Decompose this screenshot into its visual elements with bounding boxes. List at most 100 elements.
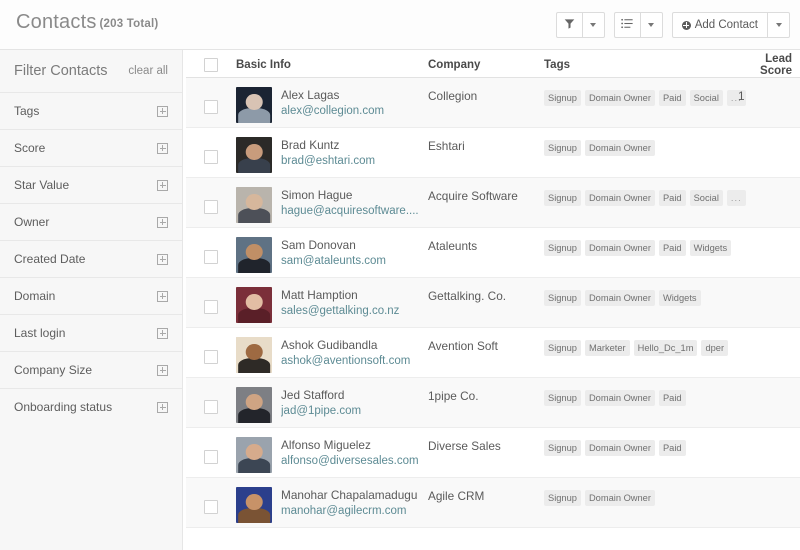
- row-checkbox[interactable]: [204, 100, 218, 114]
- contact-name[interactable]: Brad Kuntz: [281, 138, 375, 153]
- tag-pill[interactable]: Paid: [658, 90, 686, 106]
- table-row[interactable]: Sam Donovan sam@ataleunts.com Ataleunts Sig…: [186, 228, 800, 278]
- column-header-tags[interactable]: Tags: [544, 59, 738, 71]
- contact-name[interactable]: Simon Hague: [281, 188, 419, 203]
- select-all-checkbox[interactable]: [204, 57, 218, 72]
- tag-pill[interactable]: Domain Owner: [584, 140, 655, 156]
- tag-pill[interactable]: Paid: [658, 190, 686, 206]
- row-checkbox[interactable]: [204, 200, 218, 214]
- tag-pill[interactable]: Signup: [544, 90, 581, 106]
- contact-name[interactable]: Jed Stafford: [281, 388, 361, 403]
- contact-name[interactable]: Alfonso Miguelez: [281, 438, 419, 453]
- tag-pill[interactable]: Paid: [658, 390, 686, 406]
- tag-pill[interactable]: Widgets: [658, 290, 701, 306]
- contact-name[interactable]: Ashok Gudibandla: [281, 338, 410, 353]
- filter-item-score[interactable]: Score: [0, 129, 182, 166]
- tag-pill[interactable]: Paid: [658, 440, 686, 456]
- filter-item-created-date[interactable]: Created Date: [0, 240, 182, 277]
- more-tags-indicator[interactable]: ...: [726, 190, 746, 206]
- contact-email[interactable]: jad@1pipe.com: [281, 403, 361, 419]
- tag-pill[interactable]: Signup: [544, 390, 581, 406]
- plus-box-icon[interactable]: [157, 401, 168, 413]
- column-header-company[interactable]: Company: [428, 59, 544, 71]
- contact-name[interactable]: Matt Hamption: [281, 288, 399, 303]
- filter-item-onboarding-status[interactable]: Onboarding status: [0, 388, 182, 425]
- tag-pill[interactable]: Hello_Dc_1m: [633, 340, 698, 356]
- tag-pill[interactable]: Domain Owner: [584, 390, 655, 406]
- tag-pill[interactable]: Domain Owner: [584, 290, 655, 306]
- row-checkbox[interactable]: [204, 400, 218, 414]
- tag-pill[interactable]: Domain Owner: [584, 240, 655, 256]
- table-row[interactable]: Manohar Chapalamadugu manohar@agilecrm.co…: [186, 478, 800, 528]
- contact-email[interactable]: manohar@agilecrm.com: [281, 503, 417, 519]
- contact-name[interactable]: Manohar Chapalamadugu: [281, 488, 417, 503]
- contact-email[interactable]: sam@ataleunts.com: [281, 253, 386, 269]
- tag-pill[interactable]: Domain Owner: [584, 440, 655, 456]
- row-checkbox[interactable]: [204, 250, 218, 264]
- plus-box-icon[interactable]: [157, 216, 168, 228]
- table-row[interactable]: Jed Stafford jad@1pipe.com 1pipe Co. Signup…: [186, 378, 800, 428]
- filter-item-owner[interactable]: Owner: [0, 203, 182, 240]
- tag-pill[interactable]: Signup: [544, 340, 581, 356]
- filter-item-label: Created Date: [14, 252, 86, 266]
- contact-name[interactable]: Sam Donovan: [281, 238, 386, 253]
- table-row[interactable]: Simon Hague hague@acquiresoftware.... Acqu…: [186, 178, 800, 228]
- plus-box-icon[interactable]: [157, 179, 168, 191]
- contact-email[interactable]: brad@eshtari.com: [281, 153, 375, 169]
- tag-pill[interactable]: Domain Owner: [584, 90, 655, 106]
- tag-list: Signup Domain Owner Paid Social...: [544, 187, 746, 206]
- plus-box-icon[interactable]: [157, 142, 168, 154]
- tag-pill[interactable]: Paid: [658, 240, 686, 256]
- contact-email[interactable]: alfonso@diversesales.com: [281, 453, 419, 469]
- contact-email[interactable]: ashok@aventionsoft.com: [281, 353, 410, 369]
- table-row[interactable]: Alex Lagas alex@collegion.com Collegion Sig…: [186, 78, 800, 128]
- tag-pill[interactable]: Signup: [544, 240, 581, 256]
- contact-email[interactable]: sales@gettalking.co.nz: [281, 303, 399, 319]
- table-row[interactable]: Brad Kuntz brad@eshtari.com Eshtari Signup D…: [186, 128, 800, 178]
- tag-pill[interactable]: Social: [689, 90, 723, 106]
- filter-item-star-value[interactable]: Star Value: [0, 166, 182, 203]
- list-view-button[interactable]: [613, 12, 641, 38]
- plus-box-icon[interactable]: [157, 105, 168, 117]
- tag-pill[interactable]: Signup: [544, 290, 581, 306]
- tag-pill[interactable]: Social: [689, 190, 723, 206]
- tag-pill[interactable]: dper: [701, 340, 729, 356]
- tag-pill[interactable]: Signup: [544, 190, 581, 206]
- tag-pill[interactable]: Signup: [544, 140, 581, 156]
- filter-item-tags[interactable]: Tags: [0, 92, 182, 129]
- filter-item-last-login[interactable]: Last login: [0, 314, 182, 351]
- row-checkbox[interactable]: [204, 500, 218, 514]
- filter-button[interactable]: [555, 12, 583, 38]
- row-checkbox[interactable]: [204, 450, 218, 464]
- tag-pill[interactable]: Signup: [544, 490, 581, 506]
- table-row[interactable]: Alfonso Miguelez alfonso@diversesales.com…: [186, 428, 800, 478]
- filter-item-company-size[interactable]: Company Size: [0, 351, 182, 388]
- add-contact-button[interactable]: Add Contact: [671, 12, 768, 38]
- row-checkbox[interactable]: [204, 300, 218, 314]
- tag-pill[interactable]: Domain Owner: [584, 190, 655, 206]
- table-row[interactable]: Matt Hamption sales@gettalking.co.nz Getta…: [186, 278, 800, 328]
- tag-pill[interactable]: Marketer: [584, 340, 630, 356]
- filter-dropdown-button[interactable]: [582, 12, 605, 38]
- column-header-lead-score[interactable]: Lead Score: [738, 53, 800, 77]
- contact-email[interactable]: hague@acquiresoftware....: [281, 203, 419, 219]
- table-row[interactable]: Ashok Gudibandla ashok@aventionsoft.com Av…: [186, 328, 800, 378]
- tag-pill[interactable]: Widgets: [689, 240, 732, 256]
- row-checkbox[interactable]: [204, 350, 218, 364]
- contact-email[interactable]: alex@collegion.com: [281, 103, 384, 119]
- basic-info-cell: Alfonso Miguelez alfonso@diversesales.com: [236, 437, 428, 473]
- plus-box-icon[interactable]: [157, 253, 168, 265]
- filter-item-domain[interactable]: Domain: [0, 277, 182, 314]
- plus-box-icon[interactable]: [157, 364, 168, 376]
- row-checkbox[interactable]: [204, 150, 218, 164]
- tag-pill[interactable]: Signup: [544, 440, 581, 456]
- plus-box-icon[interactable]: [157, 290, 168, 302]
- add-contact-dropdown-button[interactable]: [768, 12, 790, 38]
- list-view-dropdown-button[interactable]: [640, 12, 663, 38]
- plus-box-icon[interactable]: [157, 327, 168, 339]
- clear-all-button[interactable]: clear all: [128, 65, 168, 77]
- column-header-basic-info[interactable]: Basic Info: [236, 59, 428, 71]
- contact-name[interactable]: Alex Lagas: [281, 88, 384, 103]
- filter-sidebar: Filter Contacts clear all Tags Score Star …: [0, 50, 183, 550]
- tag-pill[interactable]: Domain Owner: [584, 490, 655, 506]
